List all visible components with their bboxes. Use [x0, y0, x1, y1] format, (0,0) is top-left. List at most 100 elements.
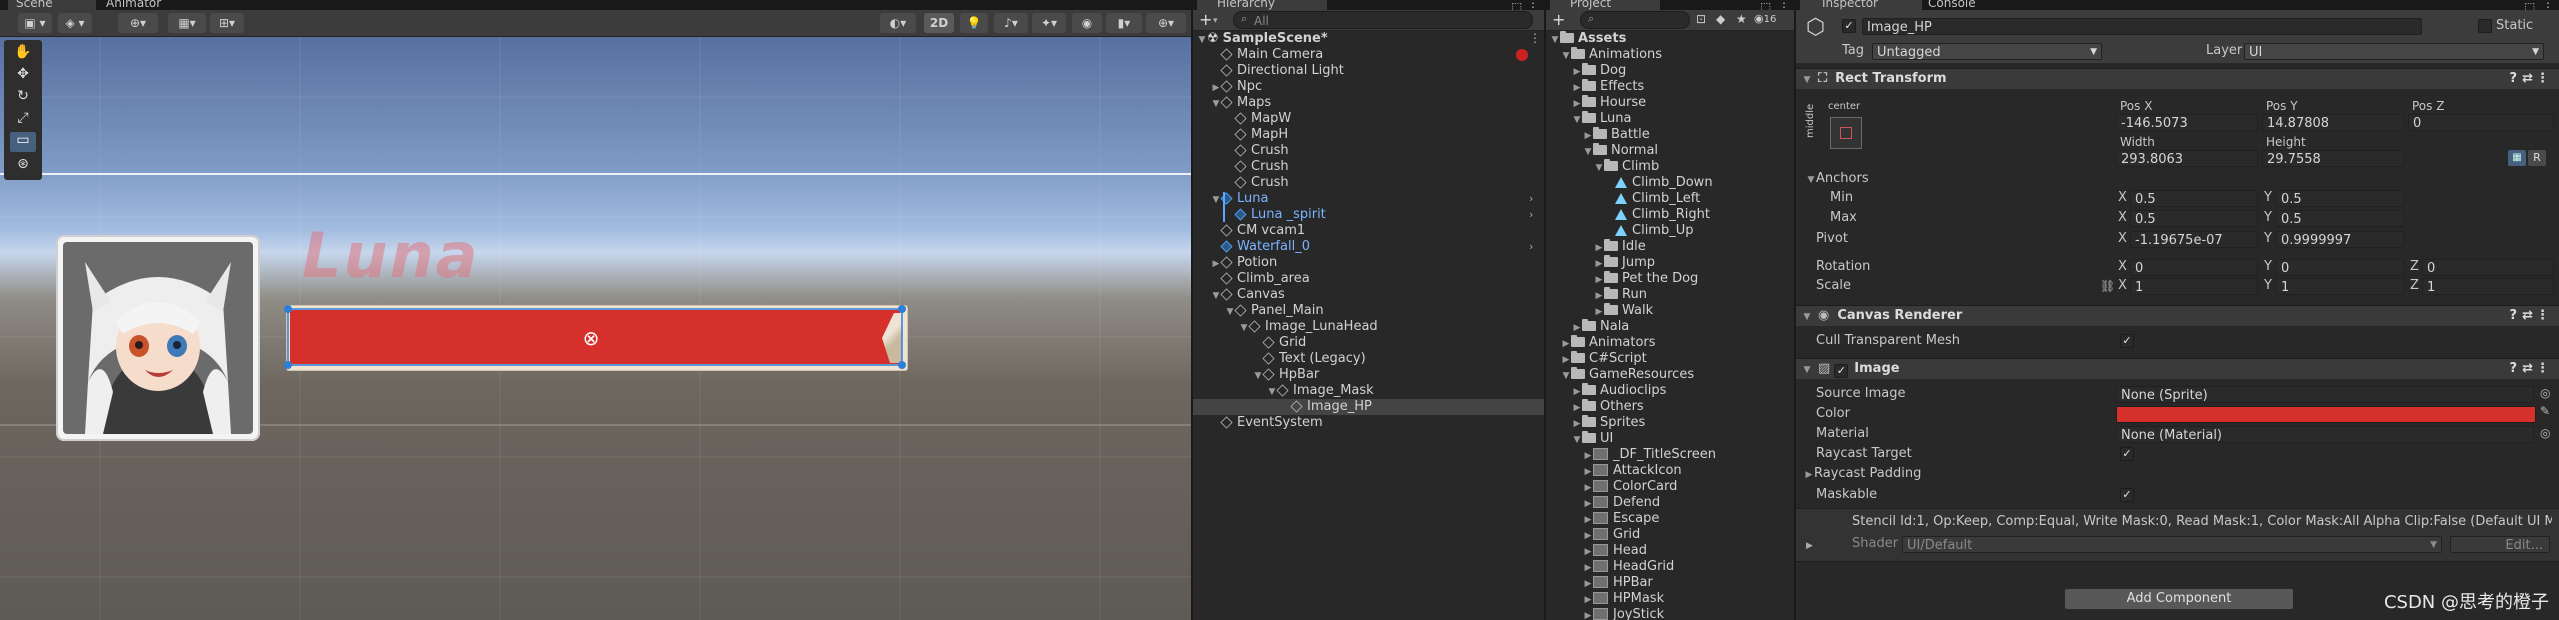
project-search-input[interactable] [1580, 11, 1690, 29]
raycast-target-toggle[interactable]: ✓ [2120, 447, 2134, 461]
luna-spirit-open-prefab-icon[interactable]: › [1529, 208, 1533, 221]
raw-edit-button[interactable]: R [2528, 150, 2546, 166]
project-item-row[interactable]: ▶ Escape [1546, 511, 1794, 527]
project-item-row[interactable]: ▶ Nala [1546, 319, 1794, 335]
hierarchy-item-row[interactable]: Main Camera [1193, 47, 1544, 63]
eyedropper-icon[interactable]: ✎ [2540, 404, 2550, 418]
rot-x-field[interactable]: 0 [2130, 259, 2258, 276]
gizmos-button[interactable]: ⊕▾ [1146, 13, 1186, 33]
hand-tool-icon[interactable]: ✋ [12, 44, 34, 62]
project-item-row[interactable]: ▶ _DF_TitleScreen [1546, 447, 1794, 463]
anchor-preset-widget[interactable] [1830, 117, 1862, 149]
move-tool-icon[interactable]: ✥ [12, 66, 34, 84]
expanded-arrow-icon[interactable]: ▼ [1211, 288, 1221, 304]
tab-console[interactable]: Console [1906, 0, 2028, 10]
maskable-toggle[interactable]: ✓ [2120, 488, 2134, 502]
presets-icon[interactable]: ⇄ [2522, 306, 2533, 326]
filter-type-icon[interactable]: ⊡ [1696, 12, 1706, 26]
pos-y-field[interactable]: 14.87808 [2262, 114, 2404, 131]
hierarchy-item-row[interactable]: Crush [1193, 143, 1544, 159]
collapsed-arrow-icon[interactable]: ▶ [1572, 320, 1582, 336]
project-item-row[interactable]: ▶ Dog [1546, 63, 1794, 79]
collapsed-arrow-icon[interactable]: ▶ [1583, 496, 1593, 512]
hierarchy-item-row[interactable]: ▼ Canvas [1193, 287, 1544, 303]
width-field[interactable]: 293.8063 [2116, 150, 2258, 167]
project-item-row[interactable]: ▶ AttackIcon [1546, 463, 1794, 479]
height-field[interactable]: 29.7558 [2262, 150, 2404, 167]
expanded-arrow-icon[interactable]: ▼ [1225, 304, 1235, 320]
hierarchy-item-row[interactable]: MapH [1193, 127, 1544, 143]
assets-expand-icon[interactable]: ▼ [1550, 32, 1560, 48]
collapsed-arrow-icon[interactable]: ▶ [1594, 256, 1604, 272]
collapsed-arrow-icon[interactable]: ▶ [1583, 528, 1593, 544]
project-item-row[interactable]: ▶ C#Script [1546, 351, 1794, 367]
help-icon[interactable]: ? [2509, 359, 2517, 379]
presets-icon[interactable]: ⇄ [2522, 69, 2533, 89]
presets-icon[interactable]: ⇄ [2522, 359, 2533, 379]
increment-snap-button[interactable]: ⊞▾ [210, 13, 244, 33]
hidden-packages-icon[interactable]: ◉16 [1754, 12, 1776, 25]
help-icon[interactable]: ? [2509, 69, 2517, 89]
collapsed-arrow-icon[interactable]: ▶ [1583, 608, 1593, 620]
draw-mode-button[interactable]: ▣ ▾ [18, 13, 52, 33]
project-item-row[interactable]: ▶ Pet the Dog [1546, 271, 1794, 287]
project-item-row[interactable]: ▶ Head [1546, 543, 1794, 559]
favorite-icon[interactable]: ★ [1736, 12, 1747, 26]
project-item-row[interactable]: ▶ Idle [1546, 239, 1794, 255]
collapsed-arrow-icon[interactable]: ▶ [1583, 448, 1593, 464]
project-item-row[interactable]: ▶ HeadGrid [1546, 559, 1794, 575]
hierarchy-item-row[interactable]: ▼ Maps [1193, 95, 1544, 111]
collapsed-arrow-icon[interactable]: ▶ [1572, 400, 1582, 416]
collapsed-arrow-icon[interactable]: ▶ [1583, 512, 1593, 528]
anchors-expand-icon[interactable]: ▼ [1806, 171, 1816, 189]
tag-dropdown[interactable]: Untagged ▼ [1872, 43, 2102, 60]
expanded-arrow-icon[interactable]: ▼ [1561, 48, 1571, 64]
pivot-y-field[interactable]: 0.9999997 [2276, 231, 2404, 248]
collapsed-arrow-icon[interactable]: ▶ [1583, 480, 1593, 496]
project-item-row[interactable]: ▶ Run [1546, 287, 1794, 303]
constrain-proportions-icon[interactable]: ⛓ [2100, 279, 2115, 293]
collapsed-arrow-icon[interactable]: ▶ [1211, 256, 1221, 272]
hierarchy-item-row[interactable]: Directional Light [1193, 63, 1544, 79]
hierarchy-item-row[interactable]: ▼ Luna [1193, 191, 1544, 207]
hierarchy-item-row[interactable]: Waterfall_0 [1193, 239, 1544, 255]
shader-edit-button[interactable]: Edit... [2450, 536, 2550, 553]
waterfall-open-prefab-icon[interactable]: › [1529, 240, 1533, 253]
project-add-button[interactable]: + [1552, 10, 1574, 30]
grid-snap-button[interactable]: ▦▾ [168, 13, 206, 33]
tab-project[interactable]: Project [1550, 0, 1660, 10]
collapsed-arrow-icon[interactable]: ▶ [1594, 288, 1604, 304]
rot-y-field[interactable]: 0 [2276, 259, 2404, 276]
blueprint-mode-button[interactable]: ▦ [2508, 150, 2526, 166]
project-item-row[interactable]: ▼ Luna [1546, 111, 1794, 127]
expanded-arrow-icon[interactable]: ▼ [1572, 112, 1582, 128]
expanded-arrow-icon[interactable]: ▼ [1572, 432, 1582, 448]
luna-open-prefab-icon[interactable]: › [1529, 192, 1533, 205]
tab-scene[interactable]: Scene [8, 0, 96, 10]
hierarchy-item-row[interactable]: CM vcam1 [1193, 223, 1544, 239]
scene-root-row[interactable]: ▼ ☢ SampleScene* [1193, 31, 1544, 47]
hierarchy-item-row[interactable]: Luna _spirit [1193, 207, 1544, 223]
scene-menu-icon[interactable]: ⋮ [1529, 31, 1541, 45]
hierarchy-search-input[interactable]: All [1233, 11, 1533, 29]
hierarchy-item-row[interactable]: Text (Legacy) [1193, 351, 1544, 367]
hierarchy-item-row[interactable]: ▼ Image_LunaHead [1193, 319, 1544, 335]
canvas-renderer-expand-icon[interactable]: ▼ [1802, 307, 1812, 327]
expanded-arrow-icon[interactable]: ▼ [1253, 368, 1263, 384]
collapsed-arrow-icon[interactable]: ▶ [1583, 592, 1593, 608]
component-menu-icon[interactable]: ⋮ [2536, 306, 2549, 326]
hierarchy-item-row[interactable]: Climb_area [1193, 271, 1544, 287]
project-item-row[interactable]: Climb_Left [1546, 191, 1794, 207]
hierarchy-add-button[interactable]: + [1199, 10, 1225, 30]
visibility-button[interactable]: ◉ [1072, 13, 1102, 33]
project-item-row[interactable]: ▶ Others [1546, 399, 1794, 415]
hierarchy-item-row[interactable]: ▼ HpBar [1193, 367, 1544, 383]
pos-z-field[interactable]: 0 [2408, 114, 2554, 131]
project-item-row[interactable]: ▼ Climb [1546, 159, 1794, 175]
transform-tool-icon[interactable]: ⊛ [12, 156, 34, 174]
project-item-row[interactable]: ▼ Normal [1546, 143, 1794, 159]
expanded-arrow-icon[interactable]: ▼ [1239, 320, 1249, 336]
collapsed-arrow-icon[interactable]: ▶ [1211, 80, 1221, 96]
project-item-row[interactable]: ▶ Animators [1546, 335, 1794, 351]
tab-animator[interactable]: Animator [96, 0, 206, 10]
